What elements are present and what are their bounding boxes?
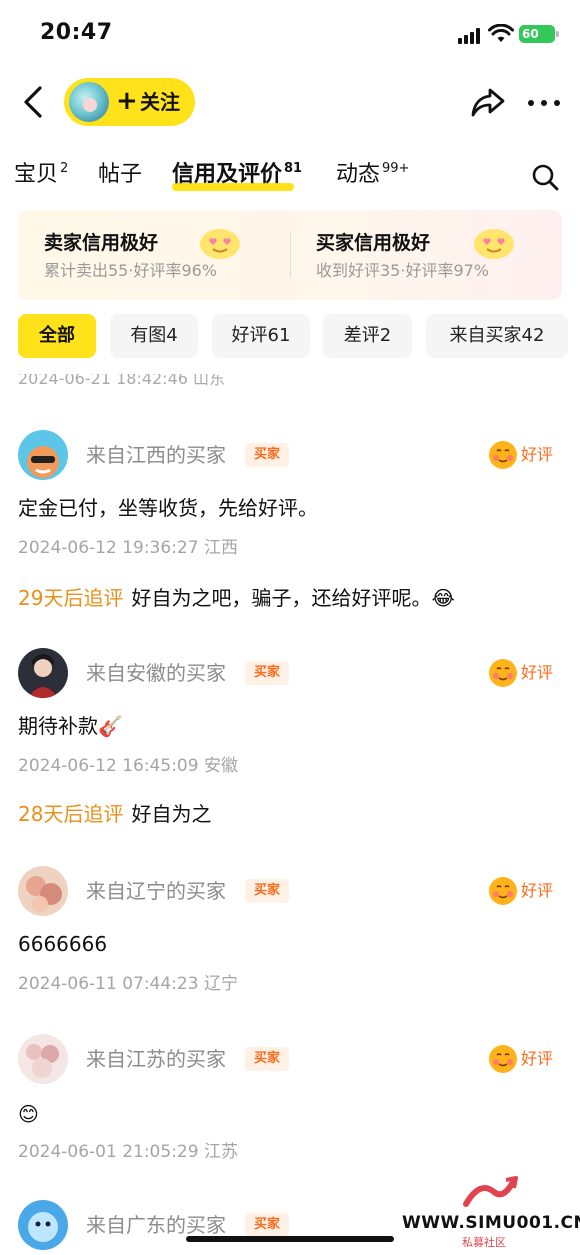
buyer-badge: 买家 [245,879,289,903]
followup-tag: 28天后追评 [18,802,124,826]
site-watermark: WWW.SIMU001.CN 私募社区 [402,1170,580,1252]
battery-icon: 60 [519,25,555,43]
buyer-origin: 来自江苏的买家 [86,1047,226,1071]
tab-activity[interactable]: 动态 99+ [336,160,409,190]
watermark-text: WWW.SIMU001.CN [402,1213,580,1233]
more-icon[interactable] [524,84,564,120]
filter-positive[interactable]: 好评61 [212,314,310,358]
tab-baobei[interactable]: 宝贝 2 [14,160,68,190]
buyer-credit[interactable]: 买家信用极好 收到好评35·好评率97% [290,210,562,300]
buyer-origin: 来自广东的买家 [86,1213,226,1237]
buyer-badge: 买家 [245,443,289,467]
profile-header: + 关注 [0,70,580,134]
review-meta: 2024-06-12 16:45:09 安徽 [18,756,238,776]
buyer-badge: 买家 [245,1047,289,1071]
avatar[interactable] [18,1200,68,1250]
smile-face-icon [489,877,517,905]
avatar[interactable] [18,648,68,698]
heart-eyes-emoji-icon [200,229,240,259]
buyer-origin: 来自辽宁的买家 [86,879,226,903]
wifi-icon [488,24,514,42]
review-meta: 2024-06-11 07:44:23 辽宁 [18,974,238,994]
buyer-credit-stats: 收到好评35·好评率97% [316,261,490,280]
seller-credit[interactable]: 卖家信用极好 累计卖出55·好评率96% [18,210,290,300]
battery-nub [556,31,559,37]
back-icon[interactable] [18,82,52,122]
filter-from-buyers[interactable]: 来自买家42 [426,314,568,358]
watermark-subtitle: 私募社区 [462,1236,506,1249]
smile-face-icon [489,1045,517,1073]
rating-label: 好评 [521,663,554,682]
buyer-origin: 来自江西的买家 [86,443,226,467]
rating-label: 好评 [521,445,554,464]
credit-summary-card: 卖家信用极好 累计卖出55·好评率96% 买家信用极好 收到好评35·好评率97… [18,210,562,300]
followup-review: 29天后追评 好自为之吧，骗子，还给好评呢。😂 [18,584,455,612]
review-text: 😊 [18,1102,39,1126]
followup-text: 好自为之 [131,802,212,826]
tab-credit-reviews[interactable]: 信用及评价 81 [172,160,302,190]
status-bar: 20:47 60 [0,0,580,64]
smile-face-icon [489,659,517,687]
filter-with-images[interactable]: 有图4 [110,314,198,358]
review-meta: 2024-06-12 19:36:27 江西 [18,538,238,558]
plus-icon: + [116,86,138,116]
avatar [69,82,109,122]
buyer-credit-title: 买家信用极好 [316,232,431,254]
review-text: 6666666 [18,932,108,956]
review-text: 定金已付，坐等收货，先给好评。 [18,496,318,520]
signal-icon [458,28,482,44]
follow-button[interactable]: + 关注 [64,78,195,126]
rating-label: 好评 [521,881,554,900]
followup-text: 好自为之吧，骗子，还给好评呢。😂 [131,586,455,610]
share-icon[interactable] [470,84,506,120]
review-meta: 2024-06-01 21:05:29 江苏 [18,1142,238,1162]
home-indicator[interactable] [186,1236,394,1242]
followup-review: 28天后追评 好自为之 [18,800,211,828]
buyer-badge: 买家 [245,1213,289,1237]
search-icon[interactable] [530,162,560,192]
profile-tabs: 宝贝 2 帖子 信用及评价 81 动态 99+ [0,150,580,200]
review-meta: 2024-06-21 18:42:46 山东 [18,369,226,388]
filter-negative[interactable]: 差评2 [323,314,412,358]
avatar[interactable] [18,866,68,916]
seller-credit-stats: 累计卖出55·好评率96% [44,261,218,280]
smile-face-icon [489,441,517,469]
status-time: 20:47 [40,20,113,45]
filter-all[interactable]: 全部 [18,314,96,358]
followup-tag: 29天后追评 [18,586,124,610]
avatar[interactable] [18,430,68,480]
avatar[interactable] [18,1034,68,1084]
buyer-origin: 来自安徽的买家 [86,661,226,685]
seller-credit-title: 卖家信用极好 [44,232,159,254]
heart-eyes-emoji-icon [474,229,514,259]
tab-posts[interactable]: 帖子 [98,160,142,190]
buyer-badge: 买家 [245,661,289,685]
review-text: 期待补款🎸 [18,714,123,738]
rating-label: 好评 [521,1049,554,1068]
watermark-logo-icon [463,1176,518,1207]
follow-label: 关注 [140,90,180,114]
review-filters: 全部 有图4 好评61 差评2 来自买家42 [0,314,580,360]
